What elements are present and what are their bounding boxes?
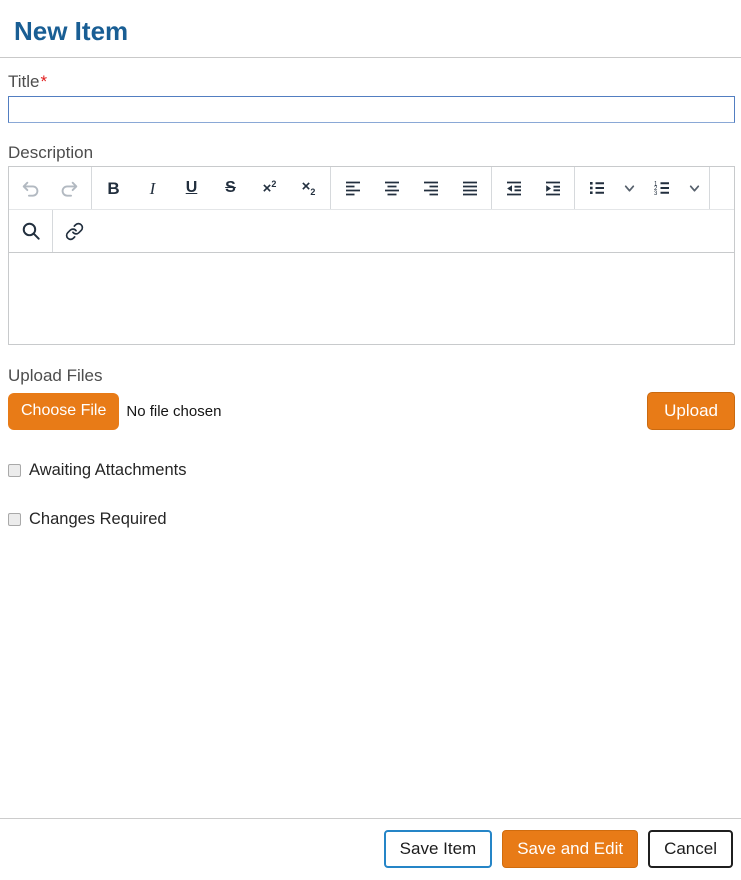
changes-required-row[interactable]: Changes Required (8, 510, 735, 529)
align-left-button[interactable] (333, 170, 372, 206)
title-input[interactable] (8, 96, 735, 123)
chevron-down-icon (624, 184, 634, 192)
save-item-button[interactable]: Save Item (383, 830, 493, 868)
strikethrough-icon: S (225, 179, 236, 196)
redo-icon (61, 181, 78, 197)
align-justify-icon (462, 181, 477, 196)
search-icon (22, 222, 40, 240)
search-replace-button[interactable] (11, 213, 50, 249)
list-group: 1 2 3 (575, 167, 710, 209)
numbered-list-button[interactable]: 1 2 3 (642, 170, 681, 206)
upload-row: Choose File No file chosen Upload (8, 392, 735, 430)
rich-text-editor: B I U S ×2 ×2 1 2 3 (8, 166, 735, 345)
indent-button[interactable] (533, 170, 572, 206)
superscript-button[interactable]: ×2 (250, 170, 289, 206)
align-left-icon (345, 181, 360, 196)
italic-button[interactable]: I (133, 170, 172, 206)
editor-toolbar-row1: B I U S ×2 ×2 1 2 3 (9, 167, 734, 210)
history-group (9, 167, 92, 209)
undo-button[interactable] (11, 170, 50, 206)
indent-group (492, 167, 575, 209)
align-center-icon (384, 181, 399, 196)
numbered-list-icon: 1 2 3 (654, 181, 669, 197)
superscript-icon: ×2 (262, 179, 277, 197)
required-asterisk: * (40, 72, 48, 91)
text-style-group: B I U S ×2 ×2 (92, 167, 331, 209)
description-label: Description (8, 143, 94, 162)
description-editor-area[interactable] (9, 253, 734, 344)
bullet-list-icon (589, 182, 604, 194)
align-justify-button[interactable] (450, 170, 489, 206)
page-title: New Item (14, 16, 129, 46)
awaiting-attachments-checkbox[interactable] (8, 464, 21, 477)
upload-button[interactable]: Upload (647, 392, 735, 430)
undo-icon (22, 181, 39, 197)
insert-link-button[interactable] (55, 213, 94, 249)
bold-icon: B (107, 178, 120, 198)
redo-button[interactable] (50, 170, 89, 206)
align-center-button[interactable] (372, 170, 411, 206)
subscript-button[interactable]: ×2 (289, 170, 328, 206)
header-divider (0, 57, 741, 58)
subscript-icon: ×2 (301, 178, 316, 197)
awaiting-attachments-row[interactable]: Awaiting Attachments (8, 461, 735, 480)
link-icon (65, 222, 84, 240)
title-label-text: Title (8, 72, 40, 91)
align-right-button[interactable] (411, 170, 450, 206)
numbered-list-menu-button[interactable] (681, 170, 707, 206)
changes-required-checkbox[interactable] (8, 513, 21, 526)
editor-toolbar-row2 (9, 210, 734, 253)
changes-required-label: Changes Required (29, 510, 167, 528)
align-right-icon (423, 181, 438, 196)
bullet-list-button[interactable] (577, 170, 616, 206)
save-and-edit-button[interactable]: Save and Edit (502, 830, 639, 868)
title-label: Title* (8, 72, 735, 92)
svg-text:3: 3 (654, 191, 658, 197)
link-group (53, 210, 96, 252)
indent-icon (545, 181, 560, 196)
cancel-button[interactable]: Cancel (648, 830, 733, 868)
new-item-form-page: New Item Title* Description B I U S ×2 ×… (0, 0, 741, 880)
outdent-icon (506, 181, 521, 196)
choose-file-button[interactable]: Choose File (8, 392, 120, 430)
chevron-down-icon (689, 184, 699, 192)
footer-actions: Save Item Save and Edit Cancel (383, 830, 733, 868)
alignment-group (331, 167, 492, 209)
underline-button[interactable]: U (172, 170, 211, 206)
bullet-list-menu-button[interactable] (616, 170, 642, 206)
italic-icon: I (149, 178, 156, 198)
form-content: Title* Description B I U S ×2 ×2 1 2 3 U… (0, 72, 741, 529)
upload-files-label: Upload Files (8, 366, 103, 385)
awaiting-attachments-label: Awaiting Attachments (29, 461, 187, 479)
strikethrough-button[interactable]: S (211, 170, 250, 206)
outdent-button[interactable] (494, 170, 533, 206)
bold-button[interactable]: B (94, 170, 133, 206)
file-status-text: No file chosen (126, 402, 222, 420)
underline-icon: U (185, 179, 198, 196)
search-group (9, 210, 53, 252)
footer-divider (0, 818, 741, 819)
